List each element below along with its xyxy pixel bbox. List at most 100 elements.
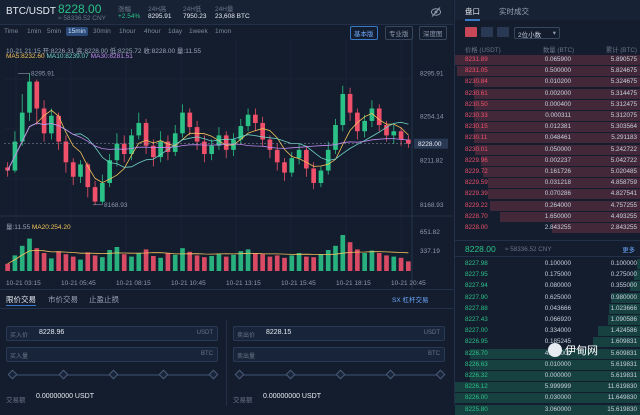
view-both-icon[interactable] (465, 27, 477, 37)
bid-qty: 0.000000 (544, 372, 571, 379)
bid-row[interactable]: 8225.80 3.060000 15.619830 (455, 404, 640, 415)
buy-slider-knob-0[interactable] (7, 369, 18, 380)
tab-market[interactable]: 市价交易 (48, 294, 78, 305)
mid-cny: ≈ 58336.52 CNY (505, 246, 552, 253)
buy-slider-knob-100[interactable] (208, 369, 219, 380)
candle-body (41, 108, 47, 134)
timeframe-time[interactable]: Time (2, 27, 20, 36)
bid-row[interactable]: 8226.32 0.000000 5.619831 (455, 371, 640, 381)
bid-row[interactable]: 8227.95 0.175000 0.275000 (455, 270, 640, 281)
ask-qty: 0.002237 (544, 156, 571, 164)
buy-price-input[interactable]: 买入价 8228.96 USDT (6, 326, 218, 341)
candle-body (63, 141, 69, 163)
ask-row[interactable]: 8230.50 0.000400 5.312475 (455, 99, 640, 110)
ask-row[interactable]: 8229.39 0.070286 4.827541 (455, 189, 640, 200)
timeframe-1week[interactable]: 1week (187, 27, 210, 36)
candle-body (391, 131, 397, 136)
ask-row[interactable]: 8229.96 0.002237 5.042722 (455, 155, 640, 166)
ask-row[interactable]: 8229.72 0.161726 5.020485 (455, 167, 640, 177)
ask-row[interactable]: 8230.33 0.000311 5.312075 (455, 111, 640, 121)
view-bids-icon[interactable] (497, 27, 509, 37)
bid-row[interactable]: 8227.00 0.334000 1.424586 (455, 326, 640, 337)
timeframe-1mon[interactable]: 1mon (213, 27, 233, 36)
volume-bar (231, 254, 236, 271)
ask-row[interactable]: 8229.22 0.264000 4.757255 (455, 200, 640, 211)
view-depth-button[interactable]: 深度图 (419, 26, 447, 40)
tab-orderbook[interactable]: 盘口 (465, 6, 480, 21)
timeframe-1min[interactable]: 1min (25, 27, 43, 36)
tab-trades[interactable]: 实时成交 (499, 6, 529, 17)
bid-row[interactable]: 8226.12 5.999999 11.619830 (455, 382, 640, 393)
volume-bar (63, 254, 69, 271)
volume-bar (274, 255, 280, 271)
bid-row[interactable]: 8227.88 0.043666 1.023666 (455, 303, 640, 314)
sell-slider-knob-25[interactable] (285, 369, 296, 380)
tab-limit[interactable]: 限价交易 (6, 294, 36, 305)
bid-row[interactable]: 8227.43 0.066920 1.090586 (455, 315, 640, 325)
more-link[interactable]: 更多 (622, 245, 635, 254)
bid-qty: 0.043666 (544, 304, 571, 312)
ask-row[interactable]: 8231.05 0.500000 5.824675 (455, 66, 640, 77)
volume-bar (406, 261, 411, 271)
ask-row[interactable]: 8231.89 0.065900 5.890575 (455, 55, 640, 65)
pair-name[interactable]: BTC/USDT (6, 6, 56, 17)
ask-qty: 0.031218 (544, 179, 571, 187)
view-pro-button[interactable]: 专业版 (385, 26, 413, 40)
market-header: BTC/USDT 8228.00 ≈ 58336.52 CNY 涨幅 +2.54… (0, 0, 453, 25)
ask-row[interactable]: 8230.61 0.002000 5.314475 (455, 88, 640, 99)
bid-row[interactable]: 8227.90 0.625000 0.980000 (455, 292, 640, 303)
sell-slider-knob-50[interactable] (335, 369, 346, 380)
bid-row[interactable]: 8227.98 0.100000 0.100000 (455, 259, 640, 269)
ask-row[interactable]: 8230.11 0.048461 5.291183 (455, 133, 640, 144)
buy-qty-input[interactable]: 买入量 BTC (6, 347, 218, 362)
candle-body (311, 168, 316, 183)
sell-qty-input[interactable]: 卖出量 BTC (233, 347, 445, 362)
candle-body (129, 135, 134, 154)
low-label: 24H低 (183, 6, 202, 13)
bid-qty: 0.625000 (544, 293, 571, 301)
timeframe-5min[interactable]: 5min (45, 27, 63, 36)
ask-row[interactable]: 8229.59 0.031218 4.858759 (455, 178, 640, 189)
bid-row[interactable]: 8226.00 0.030000 11.649830 (455, 393, 640, 404)
ask-row[interactable]: 8228.70 1.650000 4.493255 (455, 211, 640, 222)
ask-qty: 0.010200 (544, 78, 571, 86)
buy-slider-knob-50[interactable] (108, 369, 119, 380)
ask-total: 5.291183 (611, 134, 637, 142)
view-asks-icon[interactable] (481, 27, 493, 37)
timeframe-15min[interactable]: 15min (66, 27, 88, 36)
sell-slider-knob-100[interactable] (435, 369, 446, 380)
timeframe-30min[interactable]: 30min (91, 27, 113, 36)
decimals-select[interactable]: 2位小数 ▾ (514, 27, 560, 39)
ask-qty: 0.012381 (544, 123, 571, 131)
volume-bar (318, 254, 324, 271)
tab-stop[interactable]: 止盈止损 (89, 294, 119, 305)
candle-body (289, 158, 295, 173)
ask-row[interactable]: 8230.15 0.012381 5.303564 (455, 122, 640, 133)
sell-slider-knob-0[interactable] (234, 369, 245, 380)
ask-row[interactable]: 8228.00 2.843255 2.843255 (455, 223, 640, 233)
sell-slider-knob-75[interactable] (385, 369, 396, 380)
buy-slider-knob-75[interactable] (158, 369, 169, 380)
timeframe-1hour[interactable]: 1hour (117, 27, 138, 36)
bid-total: 5.619831 (610, 372, 637, 379)
ask-row[interactable]: 8230.84 0.010200 5.324675 (455, 77, 640, 88)
eye-slash-icon[interactable] (430, 6, 442, 18)
bid-total: 11.619830 (607, 383, 637, 391)
current-price-tag: 8228.00 (418, 141, 442, 148)
ask-row[interactable]: 8230.01 0.050000 5.242722 (455, 144, 640, 155)
watermark: 伊甸网 (548, 342, 638, 362)
view-basic-button[interactable]: 基本版 (350, 26, 378, 40)
bid-row[interactable]: 8227.94 0.080000 0.355000 (455, 281, 640, 292)
volume-bar (245, 249, 251, 271)
timeframe-4hour[interactable]: 4hour (142, 27, 163, 36)
bid-price: 8227.94 (465, 282, 488, 290)
price-tick: 8295.91 (420, 70, 444, 77)
kline-chart[interactable]: 8295.91 8254.14 8211.82 8168.93 8228.00 8295.… (0, 39, 453, 289)
sell-price-input[interactable]: 卖出价 8228.15 USDT (233, 326, 445, 341)
timeframe-1day[interactable]: 1day (166, 27, 184, 36)
bid-total: 1.090586 (610, 316, 637, 323)
buy-slider-knob-25[interactable] (58, 369, 69, 380)
col-qty: 数量 (BTC) (543, 47, 575, 54)
margin-trade-link[interactable]: SX 杠杆交易 (392, 294, 428, 304)
decimals-value: 2位小数 (518, 32, 542, 39)
